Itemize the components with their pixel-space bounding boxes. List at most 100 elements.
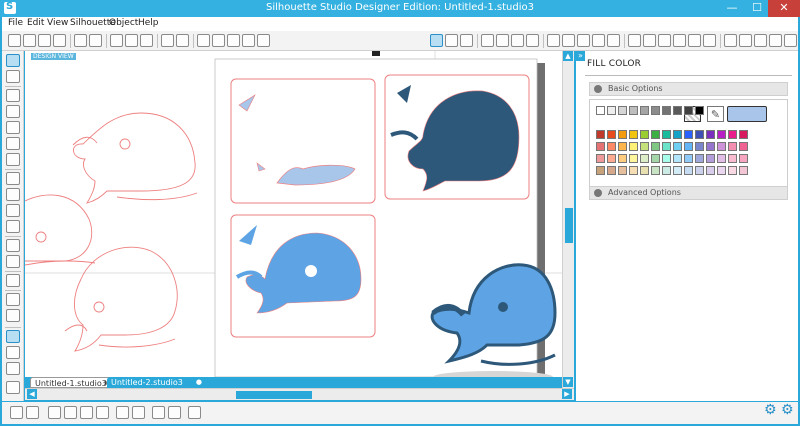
save-as-icon[interactable]: [53, 34, 66, 47]
color-swatch[interactable]: [607, 106, 616, 115]
color-swatch[interactable]: [618, 154, 627, 163]
color-swatch[interactable]: [640, 142, 649, 151]
star-tool-icon[interactable]: [6, 239, 20, 252]
release-compound-path-icon[interactable]: [132, 406, 145, 419]
save-icon[interactable]: [38, 34, 51, 47]
settings-gear-icon[interactable]: ⚙: [764, 403, 778, 417]
color-swatch[interactable]: [728, 130, 737, 139]
color-swatch[interactable]: [695, 106, 704, 115]
redo-icon[interactable]: [176, 34, 189, 47]
print-icon[interactable]: [74, 34, 87, 47]
cut-icon-2[interactable]: [739, 34, 752, 47]
grid-view-icon[interactable]: [6, 381, 20, 394]
color-swatch[interactable]: [596, 154, 605, 163]
color-swatch[interactable]: [651, 106, 660, 115]
color-swatch[interactable]: [706, 142, 715, 151]
tab-untitled-1[interactable]: Untitled-1.studio3 x: [30, 377, 112, 388]
color-swatch[interactable]: [618, 142, 627, 151]
scroll-right-arrow-icon[interactable]: ▶: [562, 389, 572, 399]
library-view-icon[interactable]: [6, 346, 20, 359]
color-swatch[interactable]: [739, 130, 748, 139]
color-swatch[interactable]: [629, 130, 638, 139]
menu-file[interactable]: File: [8, 18, 23, 28]
sketch-icon[interactable]: [754, 34, 767, 47]
open-file-icon[interactable]: [23, 34, 36, 47]
color-swatch[interactable]: [618, 130, 627, 139]
color-swatch[interactable]: [706, 166, 715, 175]
undo-icon[interactable]: [161, 34, 174, 47]
arc-tool-icon[interactable]: [6, 188, 20, 201]
edit-points-icon[interactable]: [6, 70, 20, 83]
trace-icon[interactable]: [526, 34, 539, 47]
basic-options-section[interactable]: Basic Options: [589, 82, 788, 96]
color-swatch[interactable]: [739, 142, 748, 151]
pentagon-tool-icon[interactable]: [6, 255, 20, 268]
color-swatch[interactable]: [717, 142, 726, 151]
zoom-selection-icon[interactable]: [242, 34, 255, 47]
color-swatch[interactable]: [629, 154, 638, 163]
color-swatch[interactable]: [662, 142, 671, 151]
copy-icon[interactable]: [110, 34, 123, 47]
replicate-icon[interactable]: [643, 34, 656, 47]
color-swatch[interactable]: [607, 166, 616, 175]
color-swatch[interactable]: [662, 166, 671, 175]
design-view-icon[interactable]: [6, 330, 20, 343]
store-view-icon[interactable]: [6, 362, 20, 375]
store-icon[interactable]: [496, 34, 509, 47]
horizontal-scrollbar[interactable]: [25, 388, 574, 400]
color-swatch[interactable]: [695, 130, 704, 139]
color-swatch[interactable]: [662, 154, 671, 163]
color-swatch[interactable]: [673, 130, 682, 139]
layers-icon[interactable]: [784, 34, 797, 47]
color-swatch[interactable]: [640, 154, 649, 163]
scroll-up-arrow-icon[interactable]: ▲: [563, 51, 573, 61]
close-button[interactable]: ✕: [768, 0, 800, 17]
color-swatch[interactable]: [629, 106, 638, 115]
color-swatch[interactable]: [596, 166, 605, 175]
color-swatch[interactable]: [695, 154, 704, 163]
text-style-icon[interactable]: [703, 34, 716, 47]
text-tool-icon[interactable]: [6, 274, 20, 287]
color-swatch[interactable]: [684, 106, 693, 115]
deselect-icon[interactable]: [26, 406, 39, 419]
pan-hand-icon[interactable]: [197, 34, 210, 47]
polygon-tool-icon[interactable]: [6, 105, 20, 118]
color-swatch[interactable]: [673, 142, 682, 151]
emboss-icon[interactable]: [769, 34, 782, 47]
freehand-tool-icon[interactable]: [6, 204, 20, 217]
print-cut-icon[interactable]: [89, 34, 102, 47]
color-swatch[interactable]: [640, 106, 649, 115]
minimize-button[interactable]: —: [720, 0, 744, 17]
color-swatch[interactable]: [651, 142, 660, 151]
menu-help[interactable]: Help: [138, 18, 159, 28]
ellipse-tool-icon[interactable]: [6, 153, 20, 166]
maximize-button[interactable]: ☐: [746, 0, 768, 17]
scroll-down-arrow-icon[interactable]: ▼: [563, 377, 573, 387]
color-swatch[interactable]: [739, 154, 748, 163]
color-swatch[interactable]: [596, 106, 605, 115]
color-swatch[interactable]: [695, 142, 704, 151]
modify-icon[interactable]: [658, 34, 671, 47]
color-swatch[interactable]: [651, 166, 660, 175]
fill-color-icon[interactable]: [547, 34, 560, 47]
rectangle-tool-icon[interactable]: [6, 121, 20, 134]
color-swatch[interactable]: [673, 166, 682, 175]
color-swatch[interactable]: [717, 166, 726, 175]
color-swatch[interactable]: [640, 130, 649, 139]
menu-object[interactable]: Object: [109, 18, 138, 28]
library-icon[interactable]: [481, 34, 494, 47]
color-swatch[interactable]: [607, 142, 616, 151]
send-to-silhouette-icon[interactable]: [724, 34, 737, 47]
vertical-scroll-thumb[interactable]: [565, 208, 573, 243]
curve-tool-icon[interactable]: [6, 172, 20, 185]
color-swatch[interactable]: [684, 142, 693, 151]
color-swatch[interactable]: [618, 166, 627, 175]
fill-gradient-icon[interactable]: [562, 34, 575, 47]
advanced-options-section[interactable]: Advanced Options: [589, 186, 788, 200]
line-style-icon[interactable]: [592, 34, 605, 47]
color-swatch[interactable]: [728, 166, 737, 175]
menu-edit[interactable]: Edit: [27, 18, 44, 28]
color-swatch[interactable]: [728, 154, 737, 163]
color-swatch[interactable]: [607, 130, 616, 139]
line-tool-icon[interactable]: [6, 89, 20, 102]
